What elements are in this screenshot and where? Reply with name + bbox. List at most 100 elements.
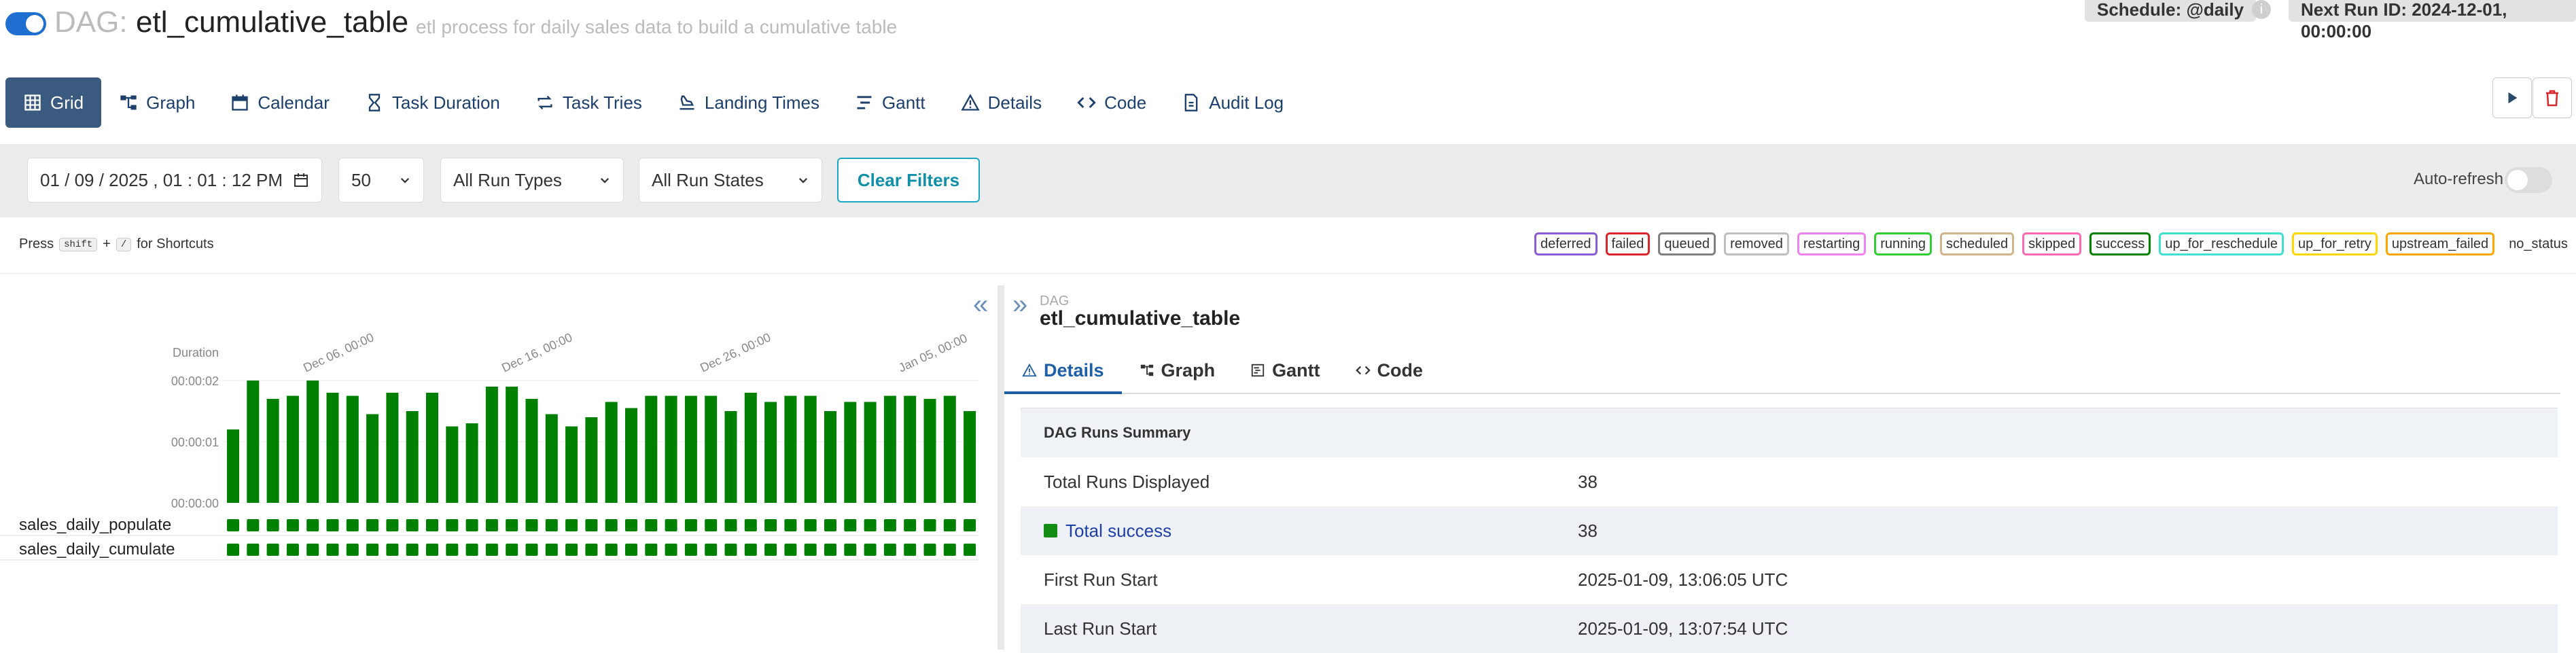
run-states-select[interactable]: All Run States	[639, 158, 822, 202]
task-instance-square[interactable]	[525, 519, 538, 531]
task-instance-square[interactable]	[864, 519, 877, 531]
task-instance-square[interactable]	[625, 519, 637, 531]
duration-bar[interactable]	[465, 423, 478, 503]
base-date-input[interactable]: 01 / 09 / 2025 , 01 : 01 : 12 PM	[27, 158, 322, 202]
task-instance-square[interactable]	[346, 519, 359, 531]
num-runs-select[interactable]: 50	[338, 158, 424, 202]
task-instance-square[interactable]	[943, 544, 956, 556]
task-instance-square[interactable]	[286, 544, 299, 556]
task-instance-square[interactable]	[565, 544, 578, 556]
task-instance-square[interactable]	[764, 544, 777, 556]
task-instance-square[interactable]	[565, 519, 578, 531]
panel-splitter[interactable]	[998, 285, 1004, 650]
task-instance-square[interactable]	[744, 544, 757, 556]
task-instance-square[interactable]	[844, 544, 857, 556]
task-instance-square[interactable]	[705, 519, 718, 531]
task-instance-square[interactable]	[386, 519, 399, 531]
task-instance-square[interactable]	[804, 544, 817, 556]
duration-bar[interactable]	[864, 402, 877, 504]
duration-bar[interactable]	[446, 426, 459, 504]
breadcrumb-dag[interactable]: etl_cumulative_table	[1040, 307, 1240, 330]
duration-bar[interactable]	[764, 402, 777, 504]
task-instance-square[interactable]	[964, 544, 976, 556]
duration-bar[interactable]	[605, 402, 618, 504]
duration-bar[interactable]	[724, 411, 737, 503]
task-instance-square[interactable]	[764, 519, 777, 531]
state-badge-failed[interactable]: failed	[1605, 232, 1651, 255]
task-instance-square[interactable]	[366, 519, 379, 531]
tab-task-duration[interactable]: Task Duration	[347, 77, 518, 128]
tab-audit-log[interactable]: Audit Log	[1164, 77, 1301, 128]
duration-bar[interactable]	[625, 408, 637, 504]
duration-bar[interactable]	[506, 387, 518, 503]
task-name[interactable]: sales_daily_populate	[19, 516, 171, 534]
task-instance-square[interactable]	[485, 544, 498, 556]
duration-bar[interactable]	[406, 411, 419, 503]
duration-bar[interactable]	[565, 426, 578, 504]
run-types-select[interactable]: All Run Types	[440, 158, 624, 202]
duration-bar[interactable]	[266, 399, 279, 503]
task-instance-square[interactable]	[645, 519, 658, 531]
task-instance-square[interactable]	[465, 519, 478, 531]
total-success-link[interactable]: Total success	[1021, 520, 1578, 542]
expand-details-icon[interactable]: »	[1012, 289, 1027, 320]
task-instance-square[interactable]	[684, 519, 697, 531]
task-instance-square[interactable]	[366, 544, 379, 556]
dag-pause-toggle[interactable]	[5, 12, 46, 35]
task-instance-square[interactable]	[406, 544, 419, 556]
state-badge-skipped[interactable]: skipped	[2022, 232, 2082, 255]
task-instance-square[interactable]	[904, 519, 917, 531]
duration-bar[interactable]	[545, 414, 558, 504]
task-instance-square[interactable]	[446, 519, 459, 531]
task-instance-square[interactable]	[824, 544, 836, 556]
task-instance-square[interactable]	[326, 544, 339, 556]
task-instance-square[interactable]	[545, 544, 558, 556]
task-instance-square[interactable]	[485, 519, 498, 531]
task-instance-square[interactable]	[266, 519, 279, 531]
duration-bar[interactable]	[326, 393, 339, 503]
state-badge-deferred[interactable]: deferred	[1534, 232, 1598, 255]
duration-bar[interactable]	[804, 395, 817, 504]
task-instance-square[interactable]	[506, 519, 518, 531]
state-badge-running[interactable]: running	[1874, 232, 1932, 255]
subtab-gantt[interactable]: Gantt	[1233, 349, 1338, 391]
task-instance-square[interactable]	[625, 544, 637, 556]
task-instance-square[interactable]	[585, 544, 598, 556]
tab-graph[interactable]: Graph	[101, 77, 213, 128]
state-badge-scheduled[interactable]: scheduled	[1939, 232, 2015, 255]
task-instance-square[interactable]	[923, 544, 936, 556]
task-instance-square[interactable]	[465, 544, 478, 556]
duration-bar[interactable]	[346, 395, 359, 504]
task-instance-square[interactable]	[605, 544, 618, 556]
duration-bar[interactable]	[386, 393, 399, 503]
task-name[interactable]: sales_daily_cumulate	[19, 540, 175, 559]
tab-landing-times[interactable]: Landing Times	[660, 77, 837, 128]
duration-bar[interactable]	[227, 429, 239, 503]
task-instance-square[interactable]	[883, 519, 896, 531]
subtab-code[interactable]: Code	[1338, 349, 1441, 391]
task-instance-square[interactable]	[923, 519, 936, 531]
duration-bar[interactable]	[744, 393, 757, 503]
clear-filters-button[interactable]: Clear Filters	[837, 158, 980, 202]
calendar-icon[interactable]	[293, 172, 309, 188]
task-instance-square[interactable]	[227, 544, 239, 556]
duration-bar[interactable]	[964, 411, 976, 503]
state-badge-up-for-reschedule[interactable]: up_for_reschedule	[2159, 232, 2284, 255]
subtab-graph[interactable]: Graph	[1122, 349, 1233, 391]
duration-bar[interactable]	[366, 414, 379, 504]
tab-gantt[interactable]: Gantt	[837, 77, 943, 128]
task-instance-square[interactable]	[306, 519, 319, 531]
task-instance-square[interactable]	[724, 544, 737, 556]
task-instance-square[interactable]	[227, 519, 239, 531]
task-instance-square[interactable]	[883, 544, 896, 556]
task-instance-square[interactable]	[665, 519, 677, 531]
task-instance-square[interactable]	[904, 544, 917, 556]
duration-bar[interactable]	[904, 395, 917, 504]
duration-bar[interactable]	[525, 399, 538, 503]
task-instance-square[interactable]	[266, 544, 279, 556]
collapse-grid-icon[interactable]: «	[973, 289, 988, 320]
duration-bar[interactable]	[684, 395, 697, 504]
tab-details[interactable]: Details	[943, 77, 1059, 128]
task-instance-square[interactable]	[964, 519, 976, 531]
state-badge-removed[interactable]: removed	[1724, 232, 1789, 255]
